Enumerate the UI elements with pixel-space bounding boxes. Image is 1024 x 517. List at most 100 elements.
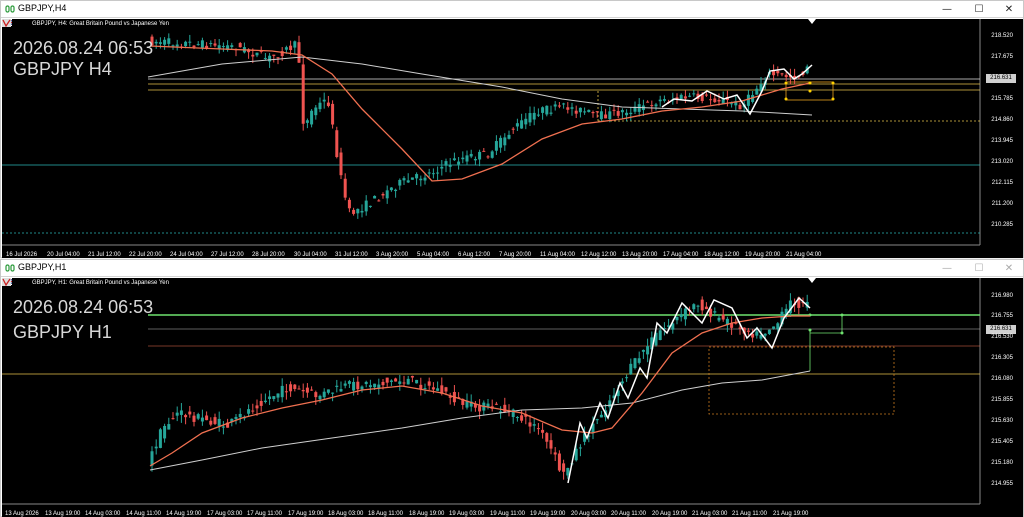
- candle-body: [255, 405, 259, 409]
- shift-marker-icon[interactable]: [808, 278, 816, 283]
- candle-body: [444, 387, 448, 392]
- anchor-point: [840, 331, 844, 335]
- candle-body: [704, 306, 708, 310]
- candle-body: [692, 304, 696, 310]
- candle-body: [326, 389, 330, 393]
- candle-body: [776, 323, 780, 330]
- anchor-point: [840, 313, 844, 317]
- candle-body: [499, 137, 503, 148]
- candle-body: [289, 45, 293, 51]
- candle-body: [268, 396, 272, 400]
- candle-body: [167, 424, 171, 430]
- candle-body: [188, 411, 192, 415]
- close-icon[interactable]: ✕: [997, 260, 1021, 277]
- candle-body: [524, 118, 528, 125]
- x-axis-tick: 28 Jul 20:00: [252, 252, 285, 258]
- y-axis-tick: 213.020: [991, 159, 1013, 165]
- x-axis-tick: 31 Jul 12:00: [335, 252, 368, 258]
- candle-body: [629, 363, 633, 375]
- candle-body: [562, 463, 566, 472]
- candle-body: [431, 387, 435, 390]
- candle-body: [276, 393, 280, 398]
- candle-body: [704, 94, 708, 96]
- candle-body: [767, 329, 771, 334]
- candle-body: [486, 156, 490, 158]
- candle-body: [528, 422, 532, 427]
- candle-body: [301, 64, 305, 124]
- y-axis-tick: 215.785: [991, 96, 1013, 102]
- y-axis-tick: 216.530: [991, 334, 1013, 340]
- y-axis-tick: 218.520: [991, 33, 1013, 39]
- candle-body: [478, 405, 482, 412]
- candle-body: [238, 413, 242, 418]
- candle-body: [305, 120, 309, 123]
- price-chart[interactable]: GBPJPY, H1: Great Britain Pound vs Japan…: [2, 278, 1023, 517]
- minimize-icon[interactable]: —: [935, 260, 959, 277]
- plot-area[interactable]: [2, 278, 1023, 517]
- candle-body: [205, 415, 209, 421]
- chart-window-h4[interactable]: GBPJPY,H4 — ☐ ✕ GBPJPY, H4: Great Britai…: [0, 0, 1024, 258]
- candle-body: [410, 375, 414, 378]
- candle-body: [347, 381, 351, 384]
- title-bar[interactable]: GBPJPY,H4 — ☐ ✕: [1, 1, 1023, 18]
- close-icon[interactable]: ✕: [997, 1, 1021, 18]
- title-bar[interactable]: GBPJPY,H1 — ☐ ✕: [1, 260, 1023, 277]
- x-axis-tick: 19 Aug 03:00: [449, 511, 485, 517]
- candle-body: [578, 447, 582, 449]
- y-axis-tick: 216.755: [991, 313, 1013, 319]
- candle-body: [381, 193, 385, 196]
- candle-body: [583, 111, 587, 113]
- candle-body: [410, 177, 414, 180]
- candle-body: [356, 208, 360, 214]
- overlay-symbol: GBPJPY H1: [13, 322, 112, 342]
- candle-body: [566, 107, 570, 110]
- candle-body: [637, 358, 641, 363]
- candle-body: [457, 161, 461, 165]
- maximize-icon[interactable]: ☐: [967, 260, 991, 277]
- candle-body: [692, 93, 696, 95]
- candle-body: [415, 379, 419, 384]
- candle-body: [557, 105, 561, 107]
- candle-body: [381, 381, 385, 386]
- x-axis-tick: 14 Aug 11:00: [126, 511, 161, 517]
- y-axis-tick: 210.285: [991, 222, 1013, 228]
- candle-body: [331, 392, 335, 394]
- candle-body: [171, 418, 175, 420]
- chart-window-h1[interactable]: GBPJPY,H1 — ☐ ✕ GBPJPY, H1: Great Britai…: [0, 259, 1024, 517]
- candle-body: [536, 114, 540, 116]
- candle-body: [423, 177, 427, 181]
- price-chart[interactable]: GBPJPY, H4: Great Britain Pound vs Japan…: [2, 19, 1023, 258]
- minimize-icon[interactable]: —: [935, 1, 959, 18]
- plot-area[interactable]: [2, 19, 1023, 258]
- candle-body: [221, 46, 225, 48]
- chart-type-icon: [2, 278, 11, 286]
- candle-body: [415, 174, 419, 179]
- candle-body: [520, 415, 524, 421]
- candle-body: [326, 102, 330, 106]
- candle-body: [289, 384, 293, 392]
- candle-body: [339, 152, 343, 176]
- shift-marker-icon[interactable]: [808, 19, 816, 24]
- candle-body: [541, 107, 545, 113]
- y-axis-tick: 215.855: [991, 397, 1013, 403]
- candle-body: [595, 111, 599, 113]
- candle-body: [301, 389, 305, 392]
- candle-body: [675, 316, 679, 321]
- x-axis-tick: 13 Aug 2026: [5, 511, 39, 517]
- window-title: GBPJPY,H4: [18, 3, 67, 13]
- candle-body: [339, 389, 343, 392]
- candle-body: [536, 428, 540, 430]
- candle-body: [633, 358, 637, 369]
- candle-body: [297, 388, 301, 390]
- candle-body: [360, 210, 364, 213]
- candle-body: [377, 384, 381, 388]
- window-title: GBPJPY,H1: [18, 262, 67, 272]
- x-axis-tick: 6 Aug 12:00: [458, 252, 491, 258]
- candle-body: [553, 452, 557, 455]
- candle-body: [755, 331, 759, 336]
- maximize-icon[interactable]: ☐: [967, 1, 991, 18]
- candle-body: [646, 346, 650, 355]
- candle-body: [364, 381, 368, 385]
- candle-body: [478, 151, 482, 160]
- candle-body: [541, 429, 545, 433]
